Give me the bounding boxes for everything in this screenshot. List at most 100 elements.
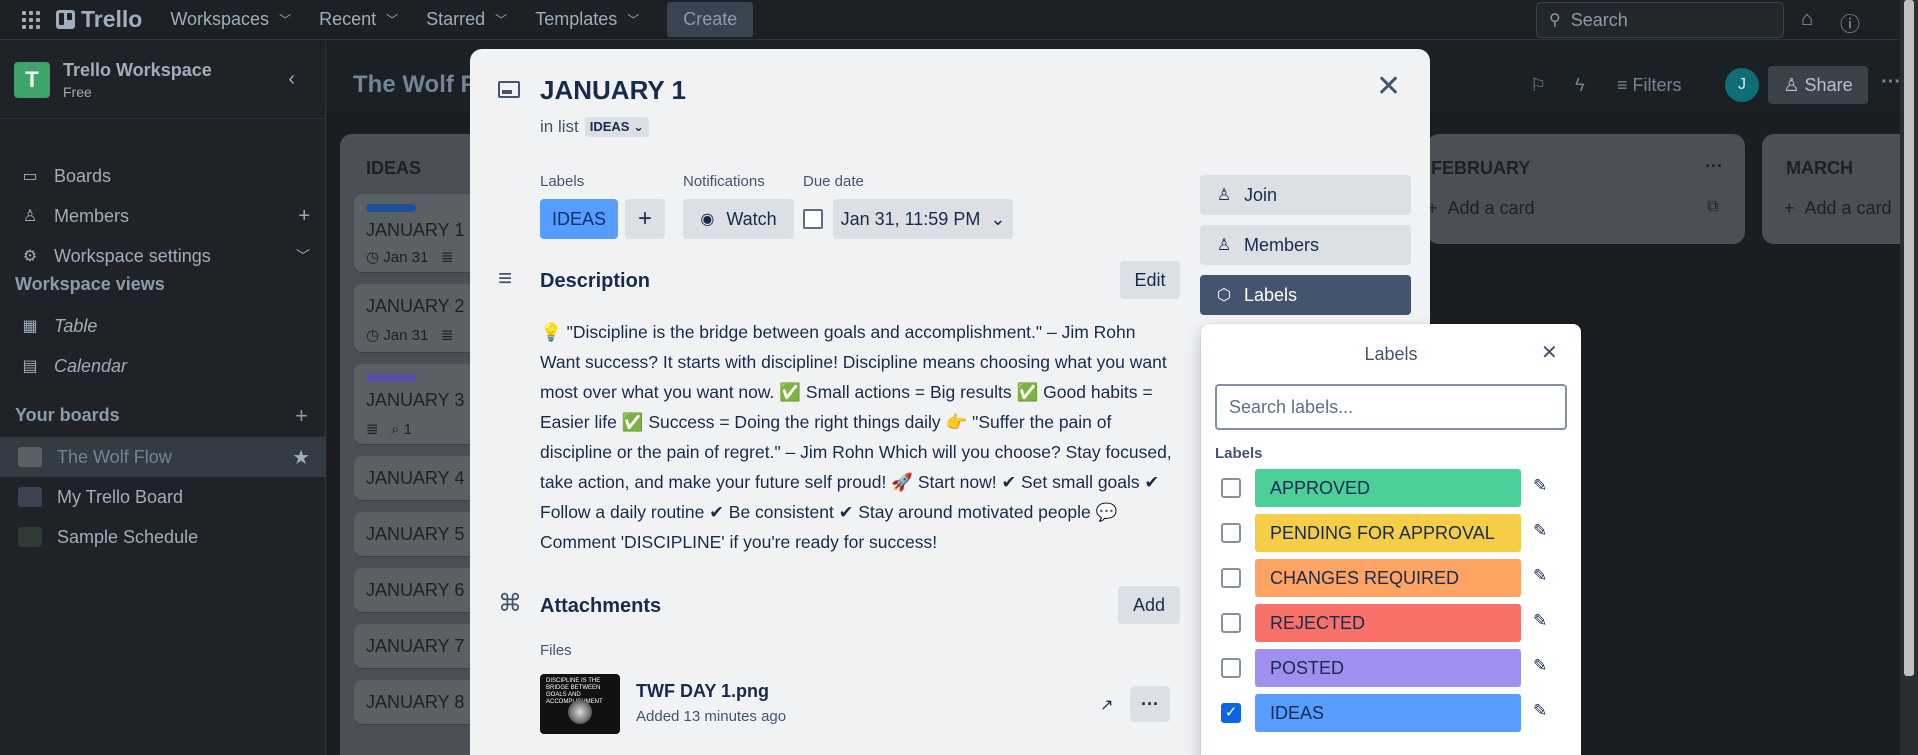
label-row-pending-for-approval: PENDING FOR APPROVAL ✎ (1215, 510, 1567, 555)
template-icon[interactable]: ⧉ (1707, 198, 1718, 216)
nav-recent[interactable]: Recent ﹀ (319, 9, 398, 30)
label-chip-ideas[interactable]: IDEAS (540, 199, 618, 239)
add-card-label: Add a card (1804, 198, 1892, 218)
table-icon: ▦ (22, 318, 38, 335)
help-icon[interactable]: ⓘ (1840, 8, 1860, 37)
attachment-file-name[interactable]: TWF DAY 1.png (636, 681, 769, 702)
pencil-icon[interactable]: ✎ (1533, 656, 1547, 676)
create-button[interactable]: Create (667, 2, 754, 37)
trello-logo[interactable]: Trello (56, 6, 142, 33)
board-item-my-trello-board[interactable]: My Trello Board (0, 477, 326, 517)
label-checkbox-checked[interactable]: ✓ (1221, 703, 1241, 723)
sidebar-item-calendar[interactable]: ▤ Calendar (0, 346, 326, 386)
close-icon[interactable]: ✕ (1376, 69, 1401, 104)
person-add-icon: ♙ (1216, 187, 1232, 204)
labels-label: Labels (1244, 284, 1298, 305)
pencil-icon[interactable]: ✎ (1533, 476, 1547, 496)
sidebar-item-table[interactable]: ▦ Table (0, 306, 326, 346)
join-button[interactable]: ♙ Join (1200, 175, 1411, 215)
list-select-button[interactable]: IDEAS ⌄ (584, 117, 649, 137)
label-bar[interactable]: IDEAS (1255, 694, 1521, 732)
board-item-sample-schedule[interactable]: Sample Schedule (0, 517, 326, 557)
automation-icon[interactable]: ϟ (1575, 75, 1585, 96)
sidebar-item-label: Table (54, 315, 98, 336)
pencil-icon[interactable]: ✎ (1533, 566, 1547, 586)
add-card-label: Add a card (1447, 198, 1535, 218)
due-complete-checkbox[interactable] (803, 209, 823, 229)
label-bar[interactable]: POSTED (1255, 649, 1521, 687)
list-title[interactable]: IDEAS (366, 158, 421, 179)
list-title[interactable]: FEBRUARY (1431, 158, 1530, 179)
top-navigation: Trello Workspaces ﹀ Recent ﹀ Starred ﹀ Temp… (0, 0, 1918, 40)
add-card-button[interactable]: + Add a card (1784, 198, 1892, 219)
label-checkbox[interactable] (1221, 478, 1241, 498)
more-menu-icon[interactable]: ··· (1881, 71, 1901, 94)
search-input[interactable]: ⚲ Search (1536, 2, 1784, 38)
card-icon (498, 81, 520, 98)
workspace-name[interactable]: Trello Workspace (63, 60, 212, 81)
search-labels-input[interactable]: Search labels... (1215, 384, 1567, 430)
label-bar[interactable]: APPROVED (1255, 469, 1521, 507)
open-external-icon[interactable]: ↗ (1100, 695, 1113, 715)
add-member-icon[interactable]: + (298, 205, 310, 228)
description-icon: ≣ (440, 327, 454, 344)
share-button[interactable]: ♙ Share (1768, 66, 1868, 104)
pencil-icon[interactable]: ✎ (1533, 521, 1547, 541)
board-icon: ▭ (22, 168, 38, 185)
label-checkbox[interactable] (1221, 523, 1241, 543)
list-menu-icon[interactable]: ··· (1705, 156, 1723, 177)
label-checkbox[interactable] (1221, 568, 1241, 588)
chevron-down-icon: ﹀ (386, 13, 399, 27)
add-card-button[interactable]: + Add a card (1427, 198, 1535, 219)
in-list-prefix: in list (540, 117, 579, 136)
notifications-bell-icon[interactable]: ⌂ (1801, 8, 1813, 31)
card-title-heading[interactable]: JANUARY 1 (540, 75, 686, 106)
card-title: JANUARY 5 (366, 524, 465, 544)
description-text[interactable]: 💡 "Discipline is the bridge between goal… (540, 317, 1180, 557)
attachments-title: Attachments (540, 595, 662, 617)
add-board-icon[interactable]: + (295, 403, 308, 429)
sidebar-item-workspace-settings[interactable]: ⚙ Workspace settings ﹀ (0, 236, 326, 276)
collapse-sidebar-icon[interactable]: ‹ (288, 68, 295, 91)
due-date-button[interactable]: Jan 31, 11:59 PM ⌄ (833, 199, 1013, 239)
chevron-down-icon: ﹀ (296, 248, 310, 264)
close-icon[interactable]: ✕ (1541, 340, 1558, 365)
label-checkbox[interactable] (1221, 613, 1241, 633)
person-icon: ♙ (22, 208, 38, 225)
sidebar-item-members[interactable]: ♙ Members + (0, 196, 326, 236)
sidebar-item-boards[interactable]: ▭ Boards (0, 156, 326, 196)
page-scrollbar[interactable] (1900, 0, 1918, 755)
workspace-avatar[interactable]: T (14, 61, 50, 98)
scrollbar-thumb[interactable] (1904, 0, 1914, 676)
list-title[interactable]: MARCH (1786, 158, 1853, 179)
label-checkbox[interactable] (1221, 658, 1241, 678)
app-switcher-icon[interactable] (22, 10, 40, 29)
add-attachment-button[interactable]: Add (1118, 586, 1180, 624)
add-label-button[interactable]: + (625, 199, 665, 239)
labels-button[interactable]: ⬡ Labels (1200, 275, 1411, 315)
card-title: JANUARY 3 (366, 390, 465, 410)
pencil-icon[interactable]: ✎ (1533, 611, 1547, 631)
watch-button[interactable]: ◉ Watch (683, 199, 794, 239)
pencil-icon[interactable]: ✎ (1533, 701, 1547, 721)
card-due: ◷ Jan 31 ≣ (366, 326, 453, 344)
filters-button[interactable]: ≡ Filters (1617, 75, 1682, 96)
join-label: Join (1244, 184, 1278, 205)
search-icon: ⚲ (1549, 12, 1561, 29)
members-button[interactable]: ♙ Members (1200, 225, 1411, 265)
attachment-more-button[interactable]: ··· (1130, 686, 1170, 722)
label-bar[interactable]: PENDING FOR APPROVAL (1255, 514, 1521, 552)
nav-starred[interactable]: Starred ﹀ (426, 9, 507, 30)
edit-description-button[interactable]: Edit (1120, 261, 1180, 299)
star-icon[interactable]: ★ (292, 445, 310, 470)
avatar[interactable]: J (1725, 68, 1759, 102)
board-title[interactable]: The Wolf Fl (353, 71, 482, 99)
attachment-thumbnail[interactable]: DISCIPLINE IS THE BRIDGE BETWEEN GOALS A… (540, 674, 620, 734)
label-bar[interactable]: REJECTED (1255, 604, 1521, 642)
board-item-the-wolf-flow[interactable]: The Wolf Flow ★ (0, 437, 326, 477)
nav-workspaces[interactable]: Workspaces ﹀ (170, 9, 291, 30)
nav-templates[interactable]: Templates ﹀ (535, 9, 639, 30)
power-ups-icon[interactable]: ⚐ (1530, 75, 1546, 96)
nav-recent-label: Recent (319, 9, 377, 29)
label-bar[interactable]: CHANGES REQUIRED (1255, 559, 1521, 597)
